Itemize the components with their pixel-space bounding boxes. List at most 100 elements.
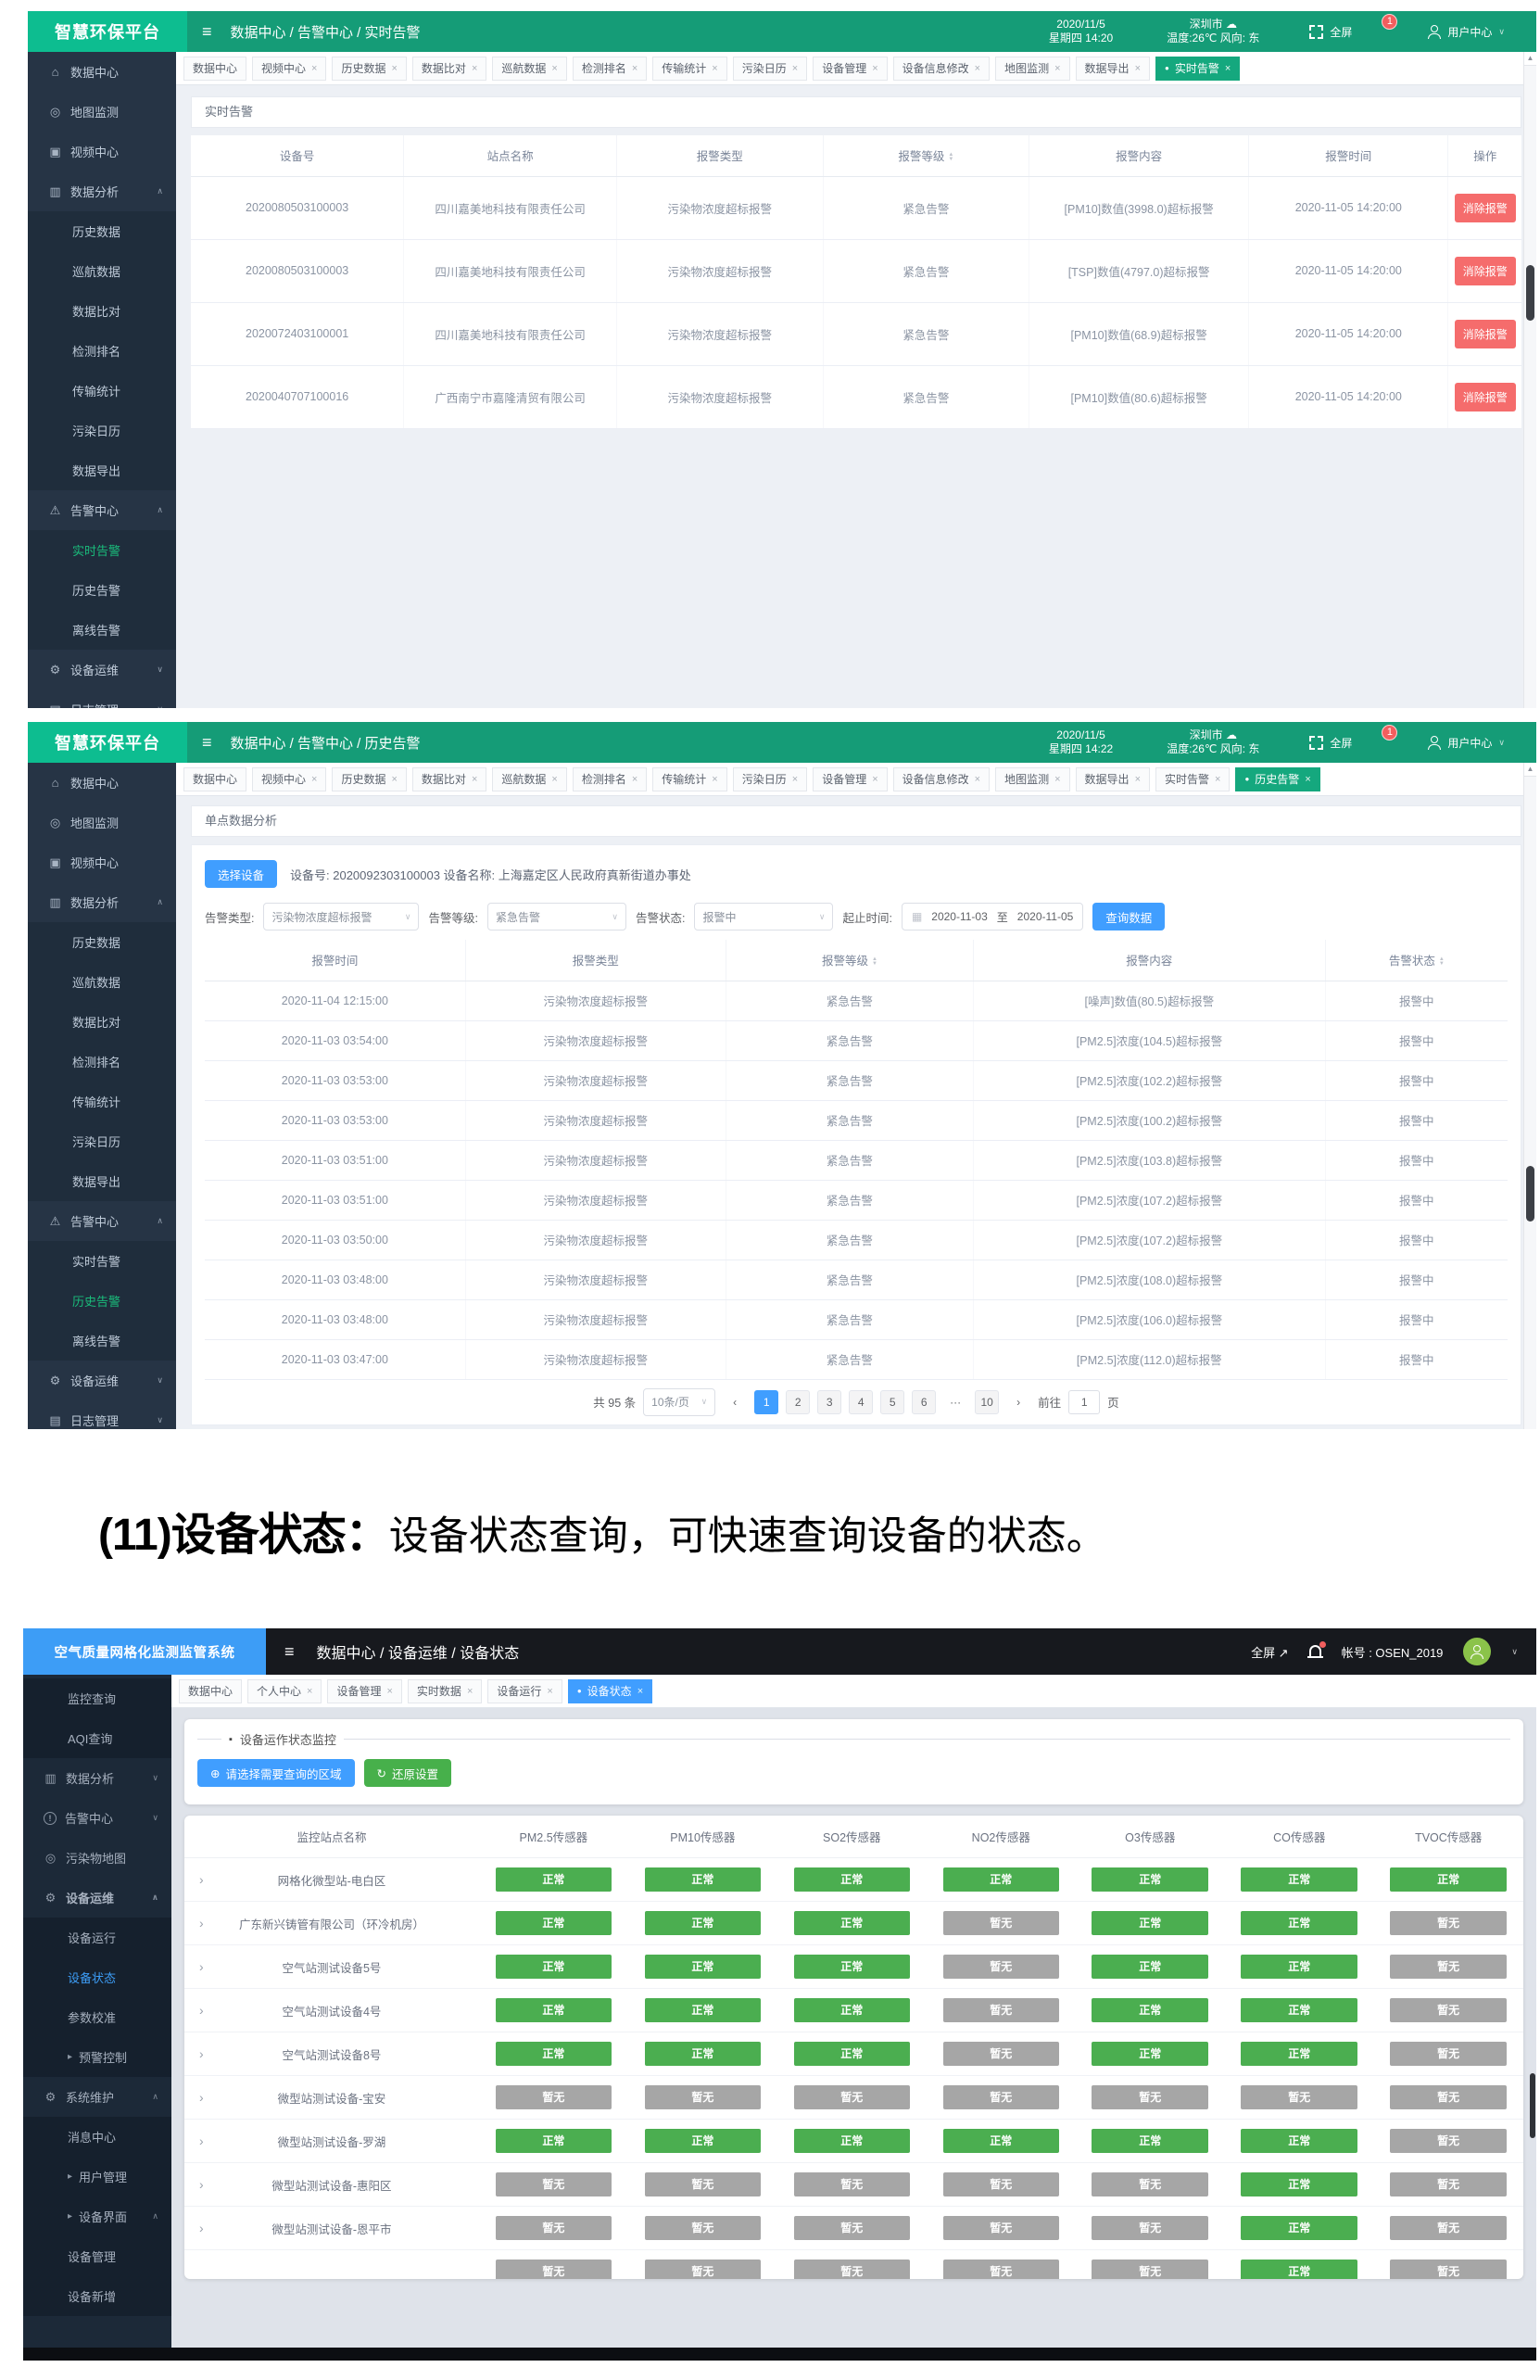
row-expand-icon[interactable]: › — [199, 1872, 204, 1887]
tab-检测排名[interactable]: 检测排名× — [573, 767, 647, 791]
clear-alarm-button[interactable]: 消除报警 — [1455, 320, 1516, 348]
tab-污染日历[interactable]: 污染日历× — [733, 767, 807, 791]
sidebar-item-数据中心[interactable]: ⌂数据中心 — [28, 52, 176, 92]
tab-视频中心[interactable]: 视频中心× — [252, 767, 326, 791]
sidebar-item-地图监测[interactable]: ◎地图监测 — [28, 803, 176, 842]
sidebar-item-历史数据[interactable]: 历史数据 — [28, 211, 176, 251]
fullscreen-button[interactable]: 全屏 — [1309, 735, 1352, 751]
date-range-picker[interactable]: ▦ 2020-11-03 至 2020-11-05 — [902, 903, 1083, 930]
tab-close-icon[interactable]: × — [637, 1686, 643, 1697]
tab-close-icon[interactable]: × — [547, 1686, 552, 1697]
page-button-5[interactable]: 5 — [880, 1390, 904, 1414]
sidebar-item-日志管理[interactable]: ▤日志管理∨ — [28, 690, 176, 708]
row-expand-icon[interactable]: › — [199, 1959, 204, 1974]
tab-close-icon[interactable]: × — [472, 63, 477, 74]
sidebar-item-污染日历[interactable]: 污染日历 — [28, 411, 176, 450]
tab-close-icon[interactable]: × — [1135, 63, 1141, 74]
tab-close-icon[interactable]: × — [632, 774, 637, 785]
tab-close-icon[interactable]: × — [551, 63, 557, 74]
sidebar-item-参数校准[interactable]: 参数校准 — [23, 1997, 171, 2037]
row-expand-icon[interactable]: › — [199, 2090, 204, 2105]
tab-close-icon[interactable]: × — [311, 774, 317, 785]
tab-close-icon[interactable]: × — [307, 1686, 312, 1697]
tab-个人中心[interactable]: 个人中心× — [247, 1679, 322, 1703]
tab-close-icon[interactable]: × — [1054, 774, 1060, 785]
tab-设备信息修改[interactable]: 设备信息修改× — [893, 57, 990, 81]
sidebar-item-告警中心[interactable]: !告警中心∨ — [23, 1798, 171, 1838]
tab-地图监测[interactable]: 地图监测× — [995, 767, 1069, 791]
tab-实时数据[interactable]: 实时数据× — [408, 1679, 482, 1703]
page-button-6[interactable]: 6 — [912, 1390, 936, 1414]
sidebar-item-设备运维[interactable]: ⚙设备运维∨ — [28, 650, 176, 690]
fullscreen-button[interactable]: 全屏 ↗ — [1251, 1643, 1289, 1661]
tab-close-icon[interactable]: × — [1305, 774, 1310, 785]
notification-badge[interactable]: 1 — [1382, 14, 1397, 30]
scrollbar-thumb[interactable] — [1526, 1166, 1534, 1222]
sidebar-item-告警中心[interactable]: ⚠告警中心∧ — [28, 490, 176, 530]
tab-数据比对[interactable]: 数据比对× — [412, 57, 486, 81]
scrollbar-thumb[interactable] — [1530, 2073, 1535, 2138]
sidebar-item-预警控制[interactable]: ▸预警控制 — [23, 2037, 171, 2077]
scrollbar-thumb[interactable] — [1526, 265, 1534, 321]
sort-icon[interactable]: ▲▼ — [872, 957, 877, 967]
sidebar-item-监控查询[interactable]: 监控查询 — [23, 1678, 171, 1718]
tab-close-icon[interactable]: × — [792, 63, 798, 74]
alarm-type-select[interactable]: 污染物浓度超标报警 ∨ — [263, 903, 419, 930]
sort-icon[interactable]: ▲▼ — [1439, 957, 1445, 967]
tab-close-icon[interactable]: × — [391, 774, 397, 785]
tab-数据中心[interactable]: 数据中心 — [183, 57, 246, 81]
tab-数据导出[interactable]: 数据导出× — [1076, 767, 1150, 791]
menu-icon[interactable]: ≡ — [284, 1642, 295, 1662]
avatar[interactable] — [1463, 1638, 1491, 1665]
sidebar-item-日志管理[interactable]: ▤日志管理∨ — [28, 1400, 176, 1429]
tab-close-icon[interactable]: × — [467, 1686, 473, 1697]
tab-close-icon[interactable]: × — [391, 63, 397, 74]
sidebar-item-设备运行[interactable]: 设备运行 — [23, 1918, 171, 1957]
tab-历史告警[interactable]: ●历史告警× — [1235, 767, 1319, 791]
tab-close-icon[interactable]: × — [472, 774, 477, 785]
row-expand-icon[interactable]: › — [199, 2046, 204, 2061]
tab-设备状态[interactable]: ●设备状态× — [568, 1679, 652, 1703]
tab-close-icon[interactable]: × — [712, 774, 717, 785]
sidebar-item-巡航数据[interactable]: 巡航数据 — [28, 251, 176, 291]
sidebar-item-设备状态[interactable]: 设备状态 — [23, 1957, 171, 1997]
per-page-select[interactable]: 10条/页∨ — [643, 1388, 715, 1416]
sidebar-item-地图监测[interactable]: ◎地图监测 — [28, 92, 176, 132]
page-button-10[interactable]: 10 — [975, 1390, 999, 1414]
tab-设备管理[interactable]: 设备管理× — [813, 57, 887, 81]
alarm-level-select[interactable]: 紧急告警 ∨ — [487, 903, 626, 930]
tab-close-icon[interactable]: × — [1215, 774, 1220, 785]
sidebar-item-离线告警[interactable]: 离线告警 — [28, 1321, 176, 1361]
sidebar-item-数据分析[interactable]: ▥数据分析∨ — [23, 1758, 171, 1798]
sidebar-item-传输统计[interactable]: 传输统计 — [28, 371, 176, 411]
tab-传输统计[interactable]: 传输统计× — [652, 767, 726, 791]
sidebar-item-数据导出[interactable]: 数据导出 — [28, 1161, 176, 1201]
row-expand-icon[interactable]: › — [199, 2221, 204, 2235]
page-button-1[interactable]: 1 — [754, 1390, 778, 1414]
scrollbar-track[interactable]: ▲ — [1523, 763, 1536, 1429]
tab-close-icon[interactable]: × — [792, 774, 798, 785]
tab-污染日历[interactable]: 污染日历× — [733, 57, 807, 81]
menu-icon[interactable]: ≡ — [202, 22, 212, 42]
tab-历史数据[interactable]: 历史数据× — [332, 57, 406, 81]
sidebar-item-设备运维[interactable]: ⚙设备运维∨ — [28, 1361, 176, 1400]
tab-数据中心[interactable]: 数据中心 — [183, 767, 246, 791]
sidebar-item-设备运维[interactable]: ⚙设备运维∧ — [23, 1878, 171, 1918]
next-page-button[interactable]: › — [1006, 1390, 1030, 1414]
sidebar-item-检测排名[interactable]: 检测排名 — [28, 1042, 176, 1082]
sidebar-item-实时告警[interactable]: 实时告警 — [28, 1241, 176, 1281]
row-expand-icon[interactable]: › — [199, 2177, 204, 2192]
sidebar-item-设备新增[interactable]: 设备新增 — [23, 2276, 171, 2316]
tab-实时告警[interactable]: ●实时告警× — [1155, 57, 1240, 81]
page-button-3[interactable]: 3 — [817, 1390, 841, 1414]
sidebar-item-数据分析[interactable]: ▥数据分析∧ — [28, 171, 176, 211]
tab-数据导出[interactable]: 数据导出× — [1076, 57, 1150, 81]
page-button-2[interactable]: 2 — [786, 1390, 810, 1414]
tab-close-icon[interactable]: × — [872, 774, 877, 785]
sidebar-item-设备管理[interactable]: 设备管理 — [23, 2236, 171, 2276]
prev-page-button[interactable]: ‹ — [723, 1390, 747, 1414]
user-center-button[interactable]: 用户中心 ∨ — [1427, 24, 1505, 40]
scroll-up-arrow-icon[interactable]: ▲ — [1524, 52, 1536, 66]
sidebar-item-消息中心[interactable]: 消息中心 — [23, 2117, 171, 2157]
scroll-up-arrow-icon[interactable]: ▲ — [1524, 763, 1536, 777]
